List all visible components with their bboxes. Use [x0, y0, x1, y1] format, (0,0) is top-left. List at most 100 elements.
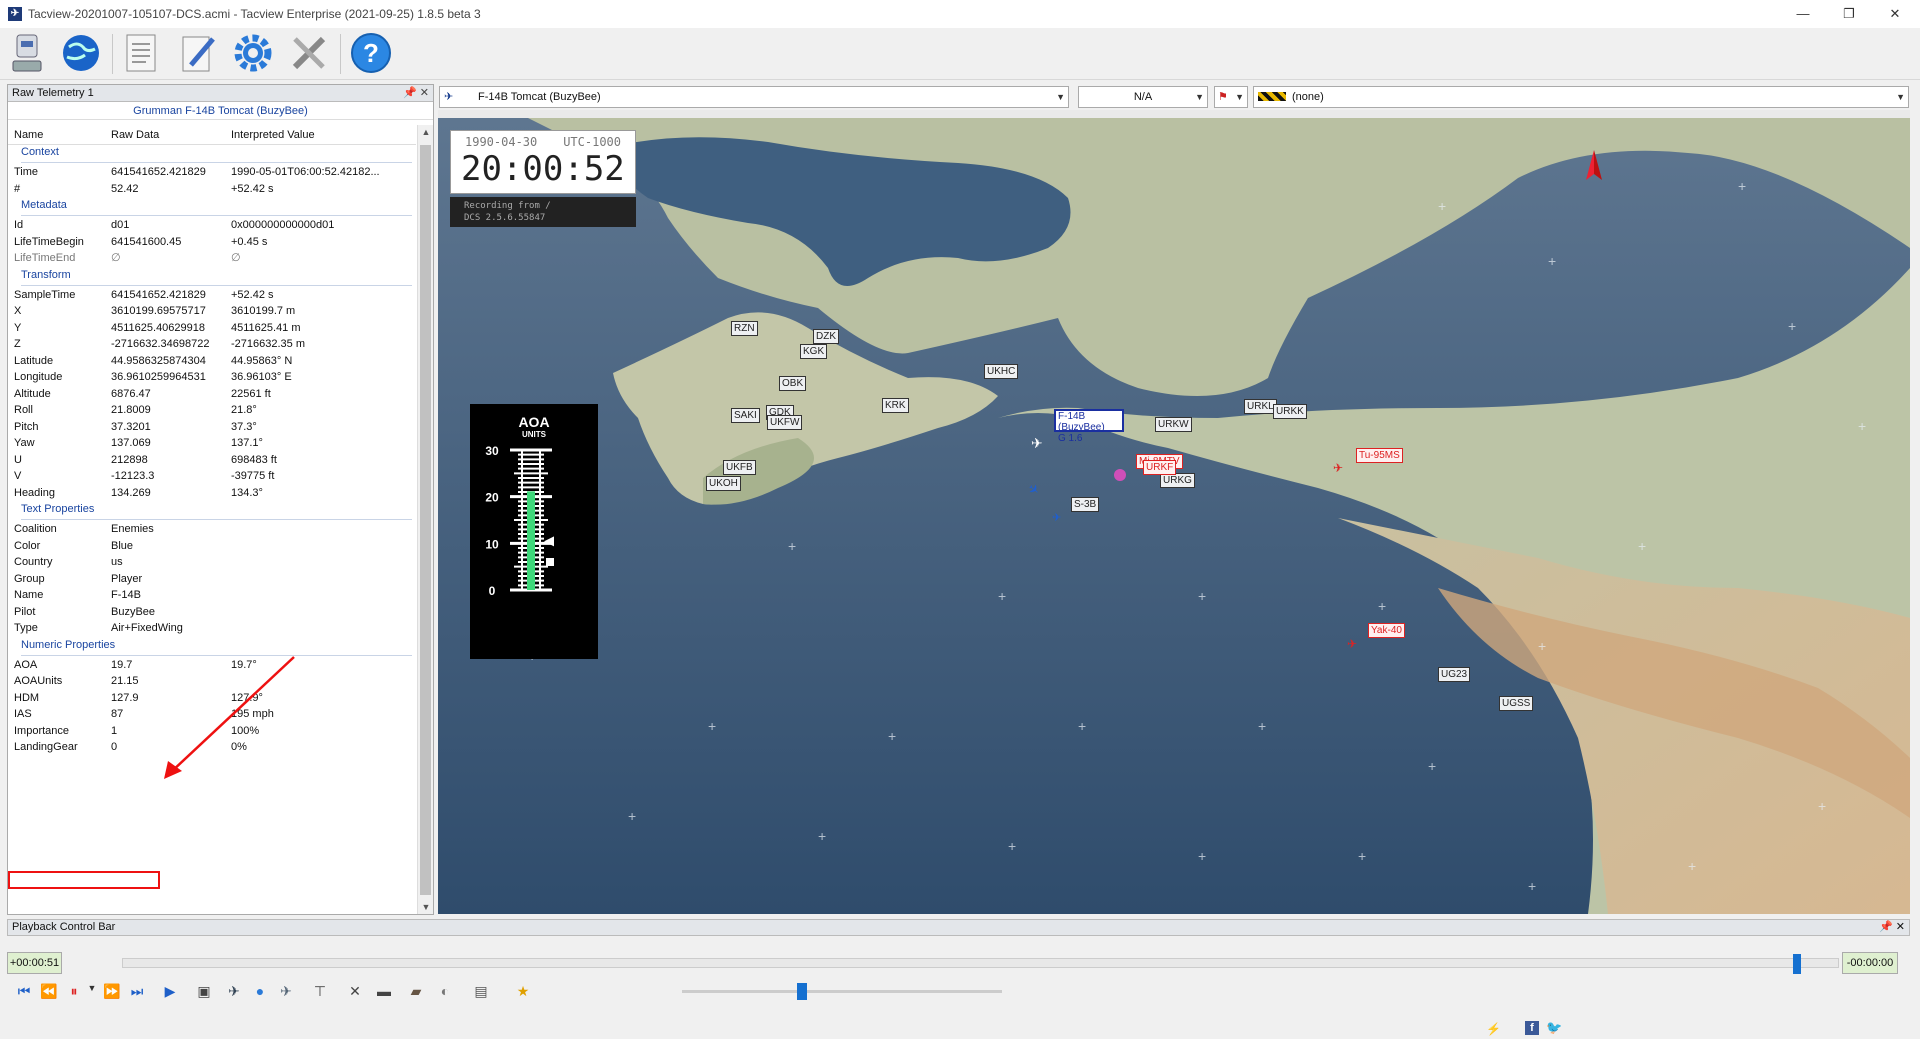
pin-close-icons[interactable]: 📌 ✕ [403, 85, 429, 102]
table-row[interactable]: Latitude 44.9586325874304 44.95863° N [8, 352, 416, 370]
speed-knob[interactable] [797, 983, 808, 1000]
connection-icon[interactable]: ⚡ [1486, 1022, 1501, 1036]
object-select[interactable]: ✈ F-14B Tomcat (BuzyBee) ▼ [439, 86, 1069, 108]
facebook-icon[interactable]: f [1525, 1021, 1539, 1035]
airfield-label[interactable]: UKFB [723, 460, 756, 475]
help-icon[interactable]: ? [348, 30, 394, 76]
airfield-label[interactable]: RZN [731, 321, 758, 336]
table-row[interactable]: Yaw 137.069 137.1° [8, 434, 416, 452]
pin-close-icons[interactable]: 📌 ✕ [1879, 920, 1905, 935]
table-row[interactable]: Group Player [8, 570, 416, 588]
airfield-label[interactable]: URKG [1160, 473, 1195, 488]
scrollbar[interactable]: ▲ ▼ [417, 125, 433, 914]
airfield-label[interactable]: UGSS [1499, 696, 1534, 711]
column-name[interactable]: Name [14, 129, 43, 141]
record-icon[interactable] [4, 30, 50, 76]
table-row[interactable]: Id d01 0x000000000000d01 [8, 216, 416, 234]
table-row[interactable]: Heading 134.269 134.3° [8, 484, 416, 502]
skip-start-icon[interactable]: ⏮ [13, 983, 35, 1000]
table-row[interactable]: Z -2716632.34698722 -2716632.35 m [8, 335, 416, 353]
airfield-label[interactable]: OBK [779, 376, 807, 391]
speed-slider[interactable] [682, 983, 1002, 1000]
speed-dropdown-icon[interactable]: ▼ [81, 983, 103, 993]
minimize-button[interactable]: — [1780, 0, 1826, 28]
table-row[interactable]: LifeTimeEnd ∅ ∅ [8, 249, 416, 267]
step-icon[interactable]: ▶ [159, 983, 181, 1000]
section-transform[interactable]: Transform [8, 268, 416, 286]
airfield-label[interactable]: KRK [882, 398, 909, 413]
table-row[interactable]: Type Air+FixedWing [8, 619, 416, 637]
camera-icon[interactable]: ▣ [193, 983, 215, 1000]
unit-label[interactable]: S-3B [1071, 497, 1100, 512]
table-row[interactable]: SampleTime 641541652.421829 +52.42 s [8, 286, 416, 304]
column-interpreted[interactable]: Interpreted Value [231, 129, 315, 141]
terrain-icon[interactable]: ◐ [434, 983, 456, 999]
section-text-properties[interactable]: Text Properties [8, 502, 416, 520]
tank-icon[interactable]: ▰ [405, 983, 427, 1000]
map-view[interactable]: ++++++++++++++++++++++++++ 1990-04-30 UT… [438, 118, 1910, 914]
flag-select[interactable]: ⚑ ▼ [1214, 86, 1248, 108]
vehicle-icon[interactable]: ▬ [373, 983, 395, 999]
restore-button[interactable]: ❐ [1826, 0, 1872, 28]
tools-icon[interactable] [286, 30, 332, 76]
airfield-label[interactable]: URKK [1273, 404, 1307, 419]
timeline-track[interactable] [122, 954, 1839, 974]
camo-select[interactable]: (none) ▼ [1253, 86, 1909, 108]
table-row[interactable]: Color Blue [8, 537, 416, 555]
table-row[interactable]: Roll 21.8009 21.8° [8, 401, 416, 419]
table-row[interactable]: V -12123.3 -39775 ft [8, 467, 416, 485]
airfield-label[interactable]: KGK [800, 344, 828, 359]
document-icon[interactable] [118, 30, 164, 76]
table-row[interactable]: Pitch 37.3201 37.3° [8, 418, 416, 436]
table-row[interactable]: X 3610199.69575717 3610199.7 m [8, 302, 416, 320]
airfield-label[interactable]: SAKI [731, 408, 760, 423]
settings-icon[interactable] [230, 30, 276, 76]
mi8-icon[interactable] [1114, 469, 1126, 481]
section-metadata[interactable]: Metadata [8, 198, 416, 216]
lines-icon[interactable]: ✕ [344, 983, 366, 1000]
table-row[interactable]: Time 641541652.421829 1990-05-01T06:00:52.… [8, 163, 416, 181]
cockpit-view-icon[interactable]: ✈ [223, 983, 245, 1000]
player-aircraft-icon[interactable]: ✈ [1031, 435, 1043, 452]
fast-forward-icon[interactable]: ⏩ [101, 983, 123, 1000]
close-button[interactable]: ✕ [1872, 0, 1918, 28]
twitter-icon[interactable]: 🐦 [1546, 1020, 1562, 1036]
target-select[interactable]: N/A ▼ [1078, 86, 1208, 108]
yak40-icon[interactable]: ✈ [1347, 637, 1357, 651]
airfield-label[interactable]: UKFW [767, 415, 803, 430]
airfield-label[interactable]: UKOH [706, 476, 741, 491]
globe-view-icon[interactable]: ● [249, 983, 271, 999]
airfield-label[interactable]: UG23 [1438, 667, 1471, 682]
tu95-icon[interactable]: ✈ [1333, 461, 1343, 475]
unit-label[interactable]: Yak-40 [1368, 623, 1405, 638]
chase-view-icon[interactable]: ✈ [275, 983, 297, 1000]
table-row[interactable]: U 212898 698483 ft [8, 451, 416, 469]
labels-icon[interactable]: ⊤ [309, 983, 331, 1000]
airfield-label[interactable]: URKL [1244, 399, 1277, 414]
unit-label[interactable]: URKF [1143, 460, 1177, 475]
globe-icon[interactable] [58, 30, 104, 76]
section-context[interactable]: Context [8, 145, 416, 163]
edit-icon[interactable] [174, 30, 220, 76]
airfield-label[interactable]: URKW [1155, 417, 1192, 432]
bookmark-star-icon[interactable]: ★ [512, 983, 534, 1000]
airfield-label[interactable]: DZK [813, 329, 839, 344]
table-row[interactable]: #52.42 +52.42 s [8, 180, 416, 198]
table-row[interactable]: Name F-14B [8, 586, 416, 604]
table-row[interactable]: Y 4511625.40629918 4511625.41 m [8, 319, 416, 337]
rewind-icon[interactable]: ⏪ [38, 983, 60, 1000]
unit-label[interactable]: Tu-95MS [1356, 448, 1403, 463]
table-row[interactable]: Altitude 6876.47 22561 ft [8, 385, 416, 403]
section-numeric-properties[interactable]: Numeric Properties [8, 638, 416, 656]
player-label[interactable]: F-14B (BuzyBee) G 1.6 [1054, 409, 1124, 444]
timeline-knob[interactable] [1793, 954, 1802, 974]
airfield-label[interactable]: UKHC [984, 364, 1019, 379]
table-row[interactable]: Longitude 36.9610259964531 36.96103° E [8, 368, 416, 386]
table-row[interactable]: Country us [8, 553, 416, 571]
skip-end-icon[interactable]: ⏭ [126, 983, 148, 1000]
table-row[interactable]: Coalition Enemies [8, 520, 416, 538]
window-icon[interactable]: ▤ [470, 983, 492, 1000]
table-row[interactable]: Pilot BuzyBee [8, 603, 416, 621]
s3b-icon[interactable]: ✈ [1052, 511, 1061, 524]
table-row[interactable]: LifeTimeBegin 641541600.45 +0.45 s [8, 233, 416, 251]
